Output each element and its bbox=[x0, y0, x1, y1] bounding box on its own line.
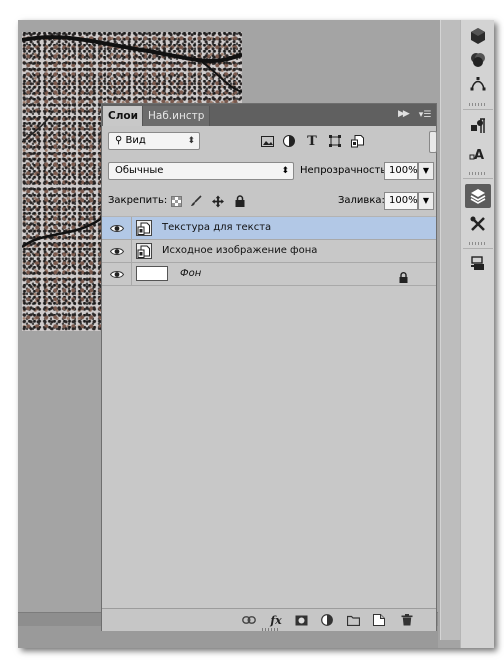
fill-dropdown-icon[interactable]: ▼ bbox=[418, 192, 434, 210]
lock-move-icon[interactable] bbox=[212, 195, 224, 207]
layer-row[interactable]: Исходное изображение фона bbox=[102, 240, 436, 263]
link-layers-icon[interactable] bbox=[240, 612, 258, 628]
paths-icon[interactable] bbox=[465, 72, 491, 96]
layer-list: Текстура для текста Исходное изображение… bbox=[102, 217, 436, 286]
smart-object-filter-icon[interactable] bbox=[350, 134, 364, 148]
strip-grip[interactable] bbox=[469, 103, 487, 106]
opacity-label: Непрозрачность: bbox=[300, 165, 390, 176]
panel-tab-bar: Слои Наб.инстр ▶▶ ▾☰ bbox=[102, 104, 436, 126]
image-filter-icon[interactable] bbox=[260, 134, 274, 148]
layer-row[interactable]: Фон bbox=[102, 263, 436, 286]
fill-field[interactable]: 100% bbox=[384, 192, 418, 210]
filter-row: ⚲ Вид ⬍ T bbox=[102, 126, 437, 157]
blend-row: Обычные ⬍ Непрозрачность: 100% ▼ bbox=[102, 156, 436, 186]
filter-toggle-switch[interactable] bbox=[429, 131, 437, 153]
opacity-field[interactable]: 100% bbox=[384, 162, 418, 180]
type-filter-glyph: T bbox=[307, 133, 317, 149]
layer-row[interactable]: Текстура для текста bbox=[102, 217, 436, 240]
blend-mode-select[interactable]: Обычные ⬍ bbox=[108, 162, 294, 180]
shape-filter-icon[interactable] bbox=[328, 134, 342, 148]
new-group-icon[interactable] bbox=[344, 612, 362, 628]
layer-comps-icon[interactable] bbox=[465, 252, 491, 276]
type-filter-icon[interactable]: T bbox=[305, 133, 319, 149]
lock-label: Закрепить: bbox=[108, 195, 168, 206]
visibility-eye-icon[interactable] bbox=[102, 240, 132, 262]
paragraph-icon[interactable] bbox=[465, 114, 491, 138]
fx-icon[interactable]: fx bbox=[266, 612, 286, 628]
visibility-eye-icon[interactable] bbox=[102, 217, 132, 239]
background-thumbnail bbox=[136, 266, 168, 281]
smart-object-thumbnail-icon bbox=[136, 243, 152, 259]
lock-all-icon[interactable] bbox=[234, 195, 246, 207]
layer-name[interactable]: Исходное изображение фона bbox=[162, 240, 317, 262]
fill-label: Заливка: bbox=[338, 195, 385, 206]
lock-transparent-icon[interactable] bbox=[170, 195, 182, 207]
tab-tool-presets[interactable]: Наб.инстр bbox=[142, 106, 211, 126]
visibility-eye-icon[interactable] bbox=[102, 263, 132, 285]
search-icon: ⚲ bbox=[115, 135, 123, 146]
3d-icon[interactable] bbox=[465, 24, 491, 48]
panel-resize-grip[interactable] bbox=[262, 628, 280, 631]
add-mask-icon[interactable] bbox=[292, 612, 310, 628]
layer-name[interactable]: Текстура для текста bbox=[162, 217, 271, 239]
lock-row: Закрепить: Заливка: 100% ▼ bbox=[102, 186, 436, 217]
strip-separator-2 bbox=[463, 178, 493, 179]
smart-object-thumbnail-icon bbox=[136, 220, 152, 236]
adjustment-filter-icon[interactable] bbox=[282, 134, 296, 148]
new-layer-icon[interactable] bbox=[370, 612, 388, 628]
select-arrows-icon: ⬍ bbox=[187, 136, 195, 146]
panel-icon-strip: A bbox=[460, 20, 494, 648]
tools-icon[interactable] bbox=[465, 212, 491, 236]
blend-mode-value: Обычные bbox=[115, 165, 164, 176]
photoshop-window: A Слои Наб.инстр ▶▶ ▾☰ ⚲ Вид ⬍ T Обычные… bbox=[18, 20, 494, 648]
adjustment-layer-icon[interactable] bbox=[318, 612, 336, 628]
strip-separator bbox=[463, 109, 493, 110]
filter-kind-label: Вид bbox=[125, 135, 146, 146]
character-icon[interactable]: A bbox=[465, 142, 491, 166]
vertical-scrollbar[interactable] bbox=[440, 20, 461, 640]
lock-brush-icon[interactable] bbox=[190, 195, 202, 207]
double-chevron-right-icon[interactable]: ▶▶ bbox=[398, 109, 410, 119]
layer-lock-icon bbox=[399, 268, 408, 287]
select-arrows-icon: ⬍ bbox=[281, 166, 289, 176]
channels-icon[interactable] bbox=[465, 48, 491, 72]
panel-menu-icon[interactable]: ▾☰ bbox=[416, 106, 434, 124]
strip-grip-3[interactable] bbox=[469, 242, 487, 245]
layers-panel-icon[interactable] bbox=[465, 184, 491, 208]
layer-name[interactable]: Фон bbox=[180, 263, 201, 285]
strip-grip-2[interactable] bbox=[469, 172, 487, 175]
strip-separator-3 bbox=[463, 248, 493, 249]
delete-layer-icon[interactable] bbox=[398, 612, 416, 628]
tab-layers[interactable]: Слои bbox=[103, 106, 143, 126]
filter-kind-select[interactable]: ⚲ Вид ⬍ bbox=[108, 132, 200, 150]
svg-text:A: A bbox=[474, 148, 484, 163]
opacity-dropdown-icon[interactable]: ▼ bbox=[418, 162, 434, 180]
layers-panel: Слои Наб.инстр ▶▶ ▾☰ ⚲ Вид ⬍ T Обычные ⬍… bbox=[101, 103, 437, 631]
